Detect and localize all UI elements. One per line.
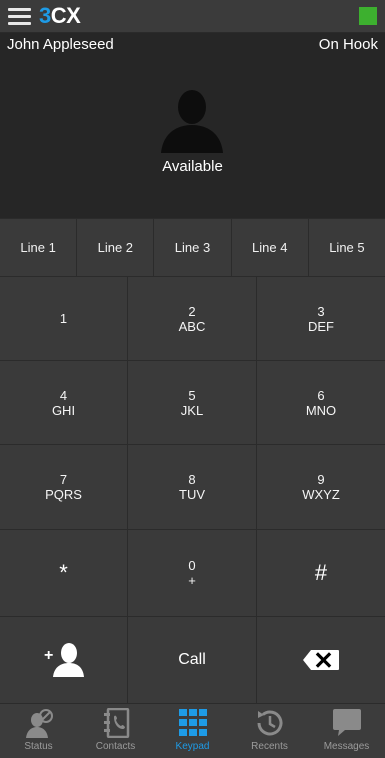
key-digit: 5 [188,387,196,403]
call-button[interactable]: Call [128,617,257,703]
key-6[interactable]: 6 MNO [257,361,385,444]
keypad-action-row: + Call [0,617,385,703]
key-letters: WXYZ [302,487,340,502]
tab-status-label: Status [24,741,53,752]
key-digit: 2 [188,303,196,319]
line-1-button[interactable]: Line 1 [0,219,78,276]
key-digit: 7 [59,472,68,487]
keypad-row: 4 GHI 5 JKL 6 MNO [0,361,385,445]
svg-text:+: + [44,647,53,664]
status-icon [25,709,53,738]
line-5-button[interactable]: Line 5 [309,219,385,276]
key-9[interactable]: 9 WXYZ [257,445,385,529]
tab-contacts[interactable]: Contacts [77,704,154,758]
backspace-icon [303,650,339,670]
user-name: John Appleseed [7,36,114,53]
logo-text: CX [50,3,81,28]
line-2-button[interactable]: Line 2 [77,219,155,276]
key-8[interactable]: 8 TUV [128,445,257,529]
key-hash-symbol: # [314,560,328,585]
top-bar: 3CX [0,0,385,33]
add-contact-icon: + [44,643,84,677]
profile-panel: John Appleseed On Hook Available [0,33,385,218]
tab-contacts-label: Contacts [95,741,136,752]
key-letters: ABC [178,318,206,334]
line-3-button[interactable]: Line 3 [154,219,232,276]
presence-label: Available [162,158,223,175]
key-letters: GHI [51,402,76,418]
key-digit: 1 [59,311,68,326]
messages-bubble-icon [332,709,361,736]
key-digit: 0 [188,558,196,573]
key-5[interactable]: 5 JKL [128,361,257,444]
key-7[interactable]: 7 PQRS [0,445,128,529]
key-letters: MNO [305,402,337,418]
key-2[interactable]: 2 ABC [128,277,257,360]
key-letters: PQRS [45,487,82,502]
line-selector: Line 1 Line 2 Line 3 Line 4 Line 5 [0,218,385,277]
backspace-button[interactable] [257,617,385,703]
keypad-row: 1 2 ABC 3 DEF [0,277,385,361]
add-contact-button[interactable]: + [0,617,128,703]
presence-status-indicator[interactable] [359,7,377,25]
keypad-row: * 0 + # [0,530,385,617]
key-star-symbol: * [59,560,68,585]
avatar-placeholder-icon [161,90,223,153]
key-digit: 6 [317,387,325,403]
key-digit: 4 [59,387,68,403]
tab-messages-label: Messages [323,741,370,752]
key-letters: JKL [180,402,204,418]
hook-status: On Hook [318,36,378,53]
keypad-row: 7 PQRS 8 TUV 9 WXYZ [0,445,385,530]
tab-recents[interactable]: Recents [231,704,308,758]
tab-keypad[interactable]: Keypad [154,704,231,758]
logo-number: 3 [39,3,51,28]
key-digit: 3 [317,303,325,319]
dial-keypad: 1 2 ABC 3 DEF 4 GHI 5 JKL 6 MNO 7 PQRS 8… [0,277,385,703]
key-1[interactable]: 1 [0,277,128,360]
app-logo: 3CX [39,3,81,29]
key-hash[interactable]: # [257,530,385,616]
contacts-book-icon [103,708,129,738]
tab-recents-label: Recents [251,741,288,752]
tab-status[interactable]: Status [0,704,77,758]
keypad-grid-icon [178,709,207,736]
line-4-button[interactable]: Line 4 [232,219,309,276]
call-label: Call [178,651,206,668]
key-4[interactable]: 4 GHI [0,361,128,444]
key-letters: + [188,573,196,588]
key-letters: TUV [179,487,205,502]
key-0[interactable]: 0 + [128,530,257,616]
key-star[interactable]: * [0,530,128,616]
bottom-tab-bar: Status Contacts Keypad Recents Messages [0,703,385,758]
key-digit: 9 [317,472,325,487]
hamburger-menu-icon[interactable] [8,8,31,25]
tab-messages[interactable]: Messages [308,704,385,758]
recents-clock-icon [257,710,282,736]
key-3[interactable]: 3 DEF [257,277,385,360]
key-digit: 8 [188,472,196,487]
tab-keypad-label: Keypad [175,741,210,752]
key-letters: DEF [308,318,334,334]
